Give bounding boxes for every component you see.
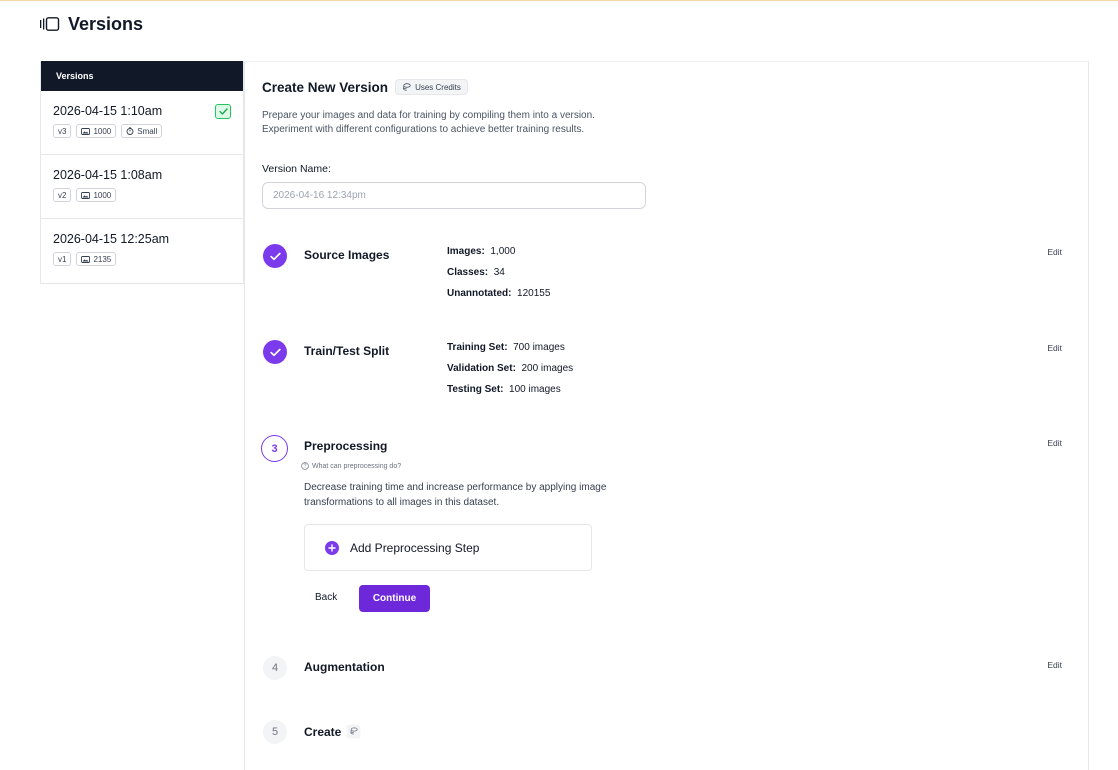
uses-credits-badge: Uses Credits [395,79,468,95]
top-accent-line [0,0,1118,1]
image-count-tag: 1000 [76,124,117,138]
add-preprocessing-step-button[interactable]: Add Preprocessing Step [304,524,592,571]
create-version-panel: Create New Version Uses Credits Prepare … [244,61,1089,770]
source-images-edit-link[interactable]: Edit [1047,247,1062,257]
intro-text: Prepare your images and data for trainin… [262,110,595,135]
source-images-details: Images: 1,000 Classes: 34 Unannotated: 1… [447,246,551,299]
augmentation-edit-link[interactable]: Edit [1047,660,1062,670]
step-train-test-split-title: Train/Test Split [304,344,390,358]
preprocessing-edit-link[interactable]: Edit [1047,438,1062,448]
version-name-label: Version Name: [262,163,331,175]
page-header: Versions [40,14,143,34]
step-number-3: 3 [261,435,288,462]
preprocessing-description: Decrease training time and increase perf… [304,482,607,508]
step-complete-check-icon [263,340,287,364]
step-source-images-title: Source Images [304,248,390,262]
plus-circle-icon [325,540,339,555]
step-complete-check-icon [263,244,287,268]
step-create-title: Create [304,724,342,739]
versions-sidebar: Versions 2026-04-15 1:10am v3 1000 Small… [40,61,244,284]
svg-text:?: ? [304,464,307,470]
train-test-split-details: Training Set: 700 images Validation Set:… [447,342,574,395]
image-icon [81,127,91,135]
version-name-input[interactable] [262,182,646,209]
train-test-split-edit-link[interactable]: Edit [1047,343,1062,353]
step-number-4: 4 [263,656,287,680]
image-count-tag: 2135 [76,252,117,266]
image-icon [81,255,91,263]
back-button[interactable]: Back [315,592,337,603]
version-tag: v3 [53,124,72,138]
version-date: 2026-04-15 1:08am [53,168,163,182]
image-count-tag: 1000 [76,188,117,202]
create-version-title: Create New Version [262,79,389,95]
version-item-v2[interactable]: 2026-04-15 1:08am v2 1000 [41,155,243,219]
selected-check-icon [215,104,231,119]
preprocessing-help-link[interactable]: ? What can preprocessing do? [301,462,401,470]
sidebar-heading: Versions [41,61,243,91]
version-tag: v2 [53,188,72,202]
step-number-5: 5 [263,720,287,744]
version-item-v3[interactable]: 2026-04-15 1:10am v3 1000 Small [41,91,243,155]
credits-icon [402,83,411,91]
size-tag: Small [121,124,163,138]
step-preprocessing-title: Preprocessing [304,439,388,453]
continue-button[interactable]: Continue [359,585,430,612]
step-create-row: Create [304,724,361,739]
version-item-v1[interactable]: 2026-04-15 12:25am v1 2135 [41,219,243,283]
stopwatch-icon [126,127,134,135]
version-tag: v1 [53,252,72,266]
image-icon [81,191,91,199]
help-circle-icon: ? [301,462,309,470]
version-date: 2026-04-15 1:10am [53,104,163,118]
page-title: Versions [68,13,144,34]
credits-icon [346,724,361,739]
step-augmentation-title: Augmentation [304,660,385,674]
version-date: 2026-04-15 12:25am [53,232,170,246]
add-preprocessing-step-label: Add Preprocessing Step [350,540,480,555]
panel-toggle-icon[interactable] [40,17,60,31]
